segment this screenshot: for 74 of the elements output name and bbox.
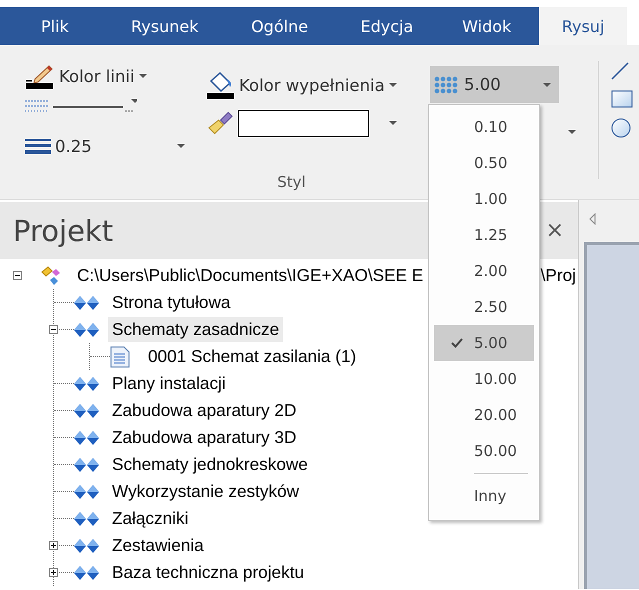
grid-size-value: 5.00 xyxy=(464,75,502,94)
diamonds-icon xyxy=(74,294,100,310)
menu-item[interactable]: 1.25 xyxy=(434,217,534,253)
tree-item-label: \Proj xyxy=(540,264,577,287)
tree-item-label[interactable]: Wykorzystanie zestyków xyxy=(108,479,304,504)
diamonds-icon xyxy=(74,484,100,500)
menu-item[interactable]: 0.50 xyxy=(434,145,534,181)
collapse-icon[interactable] xyxy=(49,325,58,334)
ribbon-tab[interactable]: Rysuj xyxy=(539,7,627,45)
rectangle-tool-icon[interactable] xyxy=(611,90,633,108)
fill-style-dropdown[interactable] xyxy=(207,108,397,138)
tree-item-label[interactable]: Schematy zasadnicze xyxy=(108,317,284,342)
menu-item[interactable]: 50.00 xyxy=(434,433,534,469)
ribbon-tab[interactable]: Widok xyxy=(434,7,540,45)
diamonds-icon xyxy=(74,402,100,418)
menu-item[interactable]: 2.50 xyxy=(434,289,534,325)
diamonds-icon xyxy=(74,510,100,526)
close-button[interactable]: × xyxy=(544,218,566,243)
menu-item[interactable]: 1.00 xyxy=(434,181,534,217)
expand-icon[interactable] xyxy=(49,541,58,550)
caret-icon xyxy=(389,121,397,125)
ellipse-tool-icon[interactable] xyxy=(611,118,631,138)
tree-item-label[interactable]: Zabudowa aparatury 2D xyxy=(108,398,300,423)
diamonds-icon xyxy=(74,322,100,338)
scroll-left-icon[interactable] xyxy=(589,213,596,225)
diamonds-icon xyxy=(74,564,100,580)
line-weight-icon xyxy=(25,138,51,154)
fill-color-label: Kolor wypełnienia xyxy=(239,76,385,94)
caret-icon xyxy=(543,82,551,86)
menu-item[interactable]: 10.00 xyxy=(434,361,534,397)
paint-bucket-icon xyxy=(207,71,235,99)
tree-item-label[interactable]: Schematy jednokreskowe xyxy=(108,452,312,477)
menu-item[interactable]: Inny xyxy=(434,478,534,514)
tree-item-label[interactable]: Załączniki xyxy=(108,506,192,531)
collapse-icon[interactable] xyxy=(13,271,22,280)
tree-item-label[interactable]: Baza techniczna projektu xyxy=(108,560,308,585)
ribbon-tab[interactable]: Rysunek xyxy=(110,7,220,45)
group-label: Styl xyxy=(277,173,306,191)
checkmark-icon xyxy=(451,338,463,348)
diamonds-icon xyxy=(74,376,100,392)
caret-icon xyxy=(388,83,397,87)
menu-item[interactable]: 5.00 xyxy=(434,325,534,361)
line-color-button[interactable]: Kolor linii xyxy=(25,61,160,91)
fill-color-button[interactable]: Kolor wypełnienia xyxy=(207,70,413,100)
caret-icon xyxy=(138,74,147,78)
tree-item-label[interactable]: 0001 Schemat zasilania (1) xyxy=(144,344,360,369)
line-style-icon xyxy=(25,99,137,113)
grid-dots-icon xyxy=(434,76,458,94)
tree-item-label[interactable]: Strona tytułowa xyxy=(108,290,234,315)
ribbon-tab[interactable]: Plik xyxy=(0,7,110,45)
ribbon-tab[interactable]: Edycja xyxy=(339,7,434,45)
tree-item-label[interactable]: Zabudowa aparatury 3D xyxy=(108,425,300,450)
document-icon xyxy=(110,346,130,368)
line-width-button[interactable]: 0.25 xyxy=(25,131,185,161)
caret-icon xyxy=(568,130,576,134)
pencil-icon xyxy=(25,63,55,89)
caret-icon xyxy=(177,144,185,148)
menu-item[interactable]: 0.10 xyxy=(434,109,534,145)
expand-icon[interactable] xyxy=(49,568,58,577)
line-tool-icon[interactable] xyxy=(611,62,629,80)
panel-title: Projekt xyxy=(13,214,114,248)
diamonds-icon xyxy=(74,456,100,472)
brush-icon xyxy=(207,110,234,136)
line-color-label: Kolor linii xyxy=(59,66,135,86)
diamonds-icon xyxy=(74,538,100,554)
tree-item-label[interactable]: C:\Users\Public\Documents\IGE+XAO\SEE E xyxy=(73,263,428,288)
menu-item[interactable]: 2.00 xyxy=(434,253,534,289)
diamonds-icon xyxy=(74,430,100,446)
tree-item-label[interactable]: Plany instalacji xyxy=(108,371,230,396)
tree-item-label[interactable]: Zestawienia xyxy=(108,533,208,558)
menu-item[interactable]: 20.00 xyxy=(434,397,534,433)
ribbon-tab[interactable]: Ogólne xyxy=(220,7,340,45)
line-width-value: 0.25 xyxy=(55,136,93,156)
grid-size-combo[interactable]: 5.00 xyxy=(430,66,559,103)
